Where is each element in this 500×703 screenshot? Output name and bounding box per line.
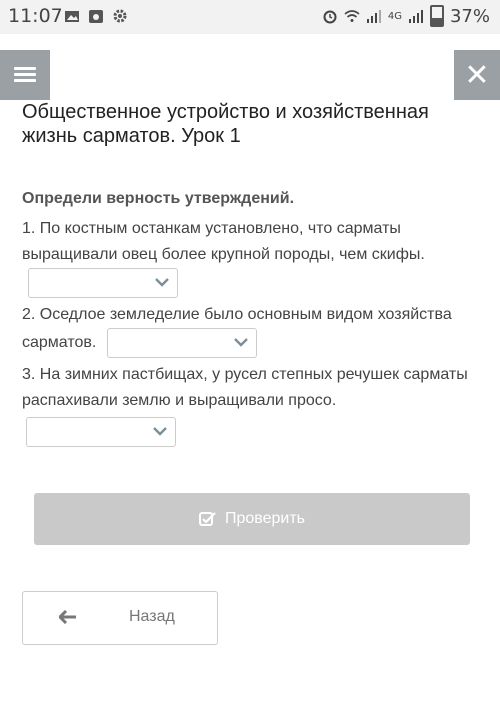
alarm-icon	[323, 10, 337, 24]
statement-3-text: 3. На зимних пастбищах, у русел степных …	[22, 366, 468, 409]
checkbox-icon	[198, 512, 216, 526]
battery-icon	[429, 5, 444, 27]
hamburger-icon	[14, 67, 36, 83]
check-button[interactable]: Проверить	[34, 493, 470, 545]
chevron-down-icon	[155, 278, 169, 287]
statement-3: 3. На зимних пастбищах, у русел степных …	[22, 362, 480, 447]
menu-button[interactable]	[0, 50, 50, 100]
chevron-down-icon	[153, 427, 167, 436]
answer-select-1[interactable]	[28, 268, 178, 298]
statement-2: 2. Оседлое земледелие было основным видо…	[22, 302, 480, 358]
gallery-icon	[65, 11, 79, 22]
back-button[interactable]: Назад	[22, 591, 218, 645]
signal-icon-2	[408, 10, 423, 23]
wifi-icon	[344, 10, 360, 22]
back-button-label: Назад	[129, 608, 175, 625]
chevron-down-icon	[233, 338, 248, 347]
battery-level: 37%	[449, 5, 490, 27]
check-button-label: Проверить	[224, 510, 305, 527]
statement-1: 1. По костным останкам установлено, что …	[22, 216, 480, 298]
close-button[interactable]: ✕	[454, 50, 500, 100]
signal-icon	[366, 10, 381, 23]
answer-select-3[interactable]	[26, 417, 176, 447]
close-icon: ✕	[464, 58, 490, 92]
gear-icon	[113, 9, 127, 23]
page-title: Общественное устройство и хозяйственная …	[22, 101, 429, 147]
answer-select-2[interactable]	[106, 328, 257, 358]
network-type: 4G	[387, 10, 402, 22]
statement-1-text: 1. По костным останкам установлено, что …	[22, 220, 425, 263]
status-time: 11:07	[8, 5, 63, 27]
task-instruction: Определи верность утверждений.	[22, 190, 295, 207]
app-icon	[89, 10, 103, 23]
task-content: Определи верность утверждений. 1. По кос…	[22, 186, 480, 451]
arrow-left-icon	[59, 610, 76, 624]
status-bar: 11:07 4G 37%	[0, 0, 500, 34]
